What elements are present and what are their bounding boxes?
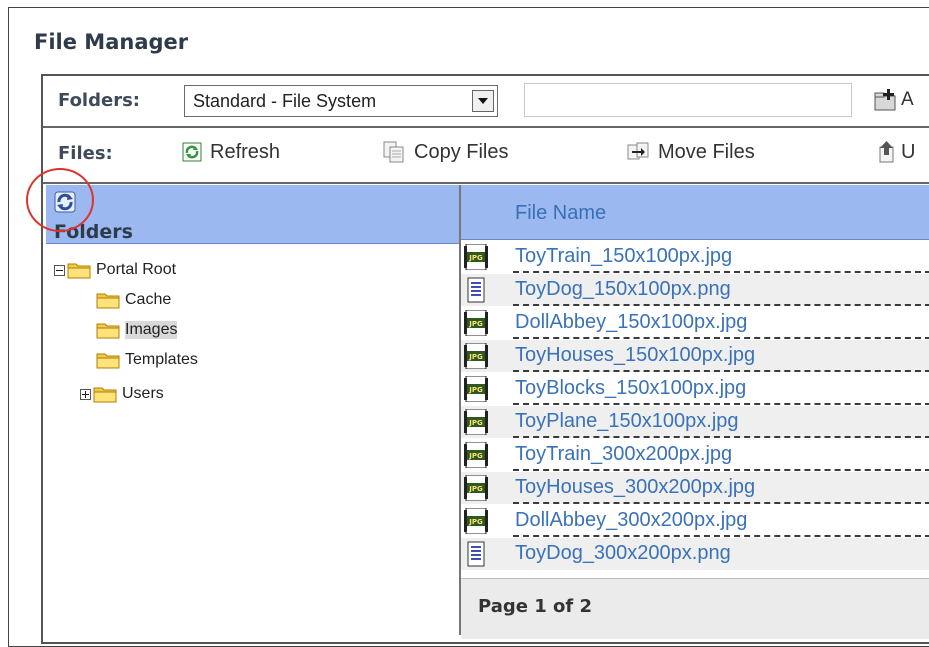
files-pane: File Name JPG ToyTrain_150x100px.jpg Toy… (461, 185, 929, 639)
tree-node-label: Templates (125, 351, 198, 368)
file-row[interactable]: JPG ToyBlocks_150x100px.jpg (461, 373, 929, 405)
collapse-icon[interactable] (54, 264, 65, 276)
tree-node-portal-root[interactable]: Portal Root (54, 258, 176, 282)
refresh-icon (182, 142, 202, 162)
add-folder-button[interactable]: A (873, 86, 914, 114)
tree-node-templates[interactable]: Templates (96, 348, 198, 372)
file-name[interactable]: ToyBlocks_150x100px.jpg (515, 377, 746, 400)
folders-pane-header: Folders (46, 185, 459, 244)
file-name[interactable]: ToyTrain_300x200px.jpg (515, 443, 732, 466)
add-folder-icon (874, 89, 896, 111)
png-file-icon (467, 541, 485, 567)
jpg-file-icon: JPG (464, 475, 488, 501)
file-row[interactable]: JPG ToyPlane_150x100px.jpg (461, 406, 929, 438)
file-name[interactable]: DollAbbey_300x200px.jpg (515, 509, 747, 532)
jpg-file-icon: JPG (464, 343, 488, 369)
folder-provider-select[interactable]: Standard - File System (184, 85, 498, 117)
move-files-label: Move Files (658, 140, 755, 163)
folder-icon (93, 387, 117, 403)
files-label: Files: (58, 143, 113, 164)
jpg-file-icon: JPG (464, 376, 488, 402)
file-name-column-header[interactable]: File Name (515, 202, 606, 225)
add-folder-label: A (901, 89, 914, 110)
upload-icon (879, 141, 894, 163)
tree-node-users[interactable]: Users (80, 382, 164, 406)
file-row[interactable]: JPG ToyTrain_150x100px.jpg (461, 241, 929, 273)
copy-files-button[interactable]: Copy Files (382, 138, 508, 166)
copy-files-icon (383, 141, 404, 163)
svg-text:JPG: JPG (468, 452, 483, 460)
tree-node-label: Cache (125, 291, 172, 308)
folder-provider-value: Standard - File System (193, 91, 377, 111)
folders-label: Folders: (58, 90, 140, 111)
svg-text:JPG: JPG (468, 254, 483, 262)
jpg-file-icon: JPG (464, 310, 488, 336)
file-name[interactable]: ToyTrain_150x100px.jpg (515, 245, 732, 268)
svg-text:JPG: JPG (468, 419, 483, 427)
svg-text:JPG: JPG (468, 518, 483, 526)
file-name[interactable]: DollAbbey_150x100px.jpg (515, 311, 747, 334)
tree-node-label: Users (122, 385, 164, 402)
file-row[interactable]: JPG ToyTrain_300x200px.jpg (461, 439, 929, 471)
file-name[interactable]: ToyHouses_150x100px.jpg (515, 344, 755, 367)
tree-node-label: Images (125, 321, 178, 339)
folder-icon (67, 263, 91, 279)
svg-text:JPG: JPG (468, 485, 483, 493)
files-pane-header[interactable]: File Name (461, 185, 929, 240)
jpg-file-icon: JPG (464, 442, 488, 468)
copy-files-label: Copy Files (414, 140, 509, 163)
refresh-label: Refresh (210, 140, 281, 163)
jpg-file-icon: JPG (464, 244, 488, 270)
folder-path-input[interactable] (524, 83, 852, 117)
move-files-icon (627, 142, 649, 160)
folder-icon (96, 293, 120, 309)
file-name[interactable]: ToyHouses_300x200px.jpg (515, 476, 755, 499)
page-title: File Manager (34, 30, 189, 54)
tree-node-label: Portal Root (96, 261, 177, 278)
file-row[interactable]: ToyDog_300x200px.png (461, 538, 929, 570)
expand-icon[interactable] (80, 388, 91, 400)
file-row[interactable]: JPG DollAbbey_300x200px.jpg (461, 505, 929, 537)
file-row[interactable]: ToyDog_150x100px.png (461, 274, 929, 306)
file-name[interactable]: ToyPlane_150x100px.jpg (515, 410, 739, 433)
svg-text:JPG: JPG (468, 353, 483, 361)
jpg-file-icon: JPG (464, 409, 488, 435)
file-row[interactable]: JPG DollAbbey_150x100px.jpg (461, 307, 929, 339)
file-row[interactable]: JPG ToyHouses_300x200px.jpg (461, 472, 929, 504)
file-name[interactable]: ToyDog_300x200px.png (515, 542, 731, 565)
upload-label: U (901, 140, 916, 163)
tree-node-images[interactable]: Images (96, 318, 178, 342)
upload-button[interactable]: U (877, 138, 915, 166)
tree-node-cache[interactable]: Cache (96, 288, 171, 312)
chevron-down-icon[interactable] (472, 90, 494, 112)
jpg-file-icon: JPG (464, 508, 488, 534)
highlight-circle (26, 168, 94, 232)
refresh-button[interactable]: Refresh (182, 138, 280, 166)
file-row[interactable]: JPG ToyHouses_150x100px.jpg (461, 340, 929, 372)
svg-text:JPG: JPG (468, 386, 483, 394)
folders-pane: Folders Portal Root Cache Images Templat… (46, 185, 461, 635)
png-file-icon (467, 277, 485, 303)
move-files-button[interactable]: Move Files (626, 138, 755, 166)
svg-text:JPG: JPG (468, 320, 483, 328)
file-name[interactable]: ToyDog_150x100px.png (515, 278, 731, 301)
page-indicator: Page 1 of 2 (478, 596, 592, 617)
folder-icon (96, 323, 120, 339)
folder-icon (96, 353, 120, 369)
